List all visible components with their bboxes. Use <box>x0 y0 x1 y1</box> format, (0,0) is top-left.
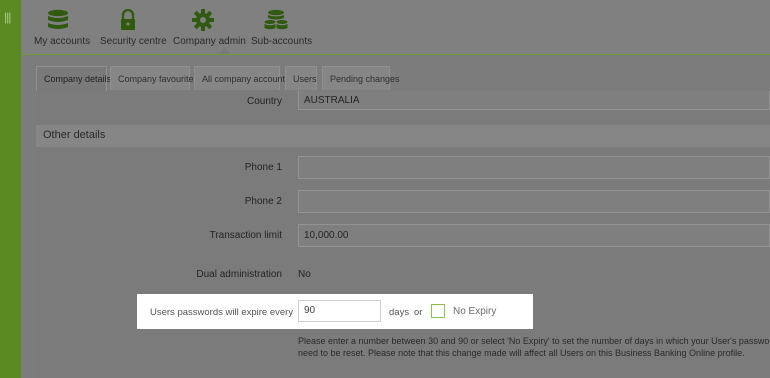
tab-pending-changes[interactable]: Pending changes <box>322 66 400 90</box>
nav-label: Security centre <box>100 36 167 47</box>
phone1-input[interactable] <box>298 156 770 179</box>
help-line-1: Please enter a number between 30 and 90 … <box>298 336 770 346</box>
country-label: Country <box>246 96 282 107</box>
password-expiry-label: Users passwords will expire every <box>150 307 294 318</box>
transaction-limit-label: Transaction limit <box>209 230 282 241</box>
nav-label: My accounts <box>34 36 91 47</box>
dual-admin-label: Dual administration <box>196 269 282 280</box>
nav-label: Sub-accounts <box>251 36 313 47</box>
nav-my-accounts[interactable]: My accounts <box>34 0 91 54</box>
days-label: days <box>389 307 410 318</box>
stacked-database-icon <box>264 9 288 30</box>
left-sidebar: ||| <box>0 0 21 378</box>
or-label: or <box>414 307 423 318</box>
dual-admin-value: No <box>298 269 311 280</box>
nav-sub-accounts[interactable]: Sub-accounts <box>251 0 313 54</box>
tab-company-details[interactable]: Company details <box>36 66 111 92</box>
database-icon <box>48 9 68 29</box>
nav-label: Company admin <box>173 36 246 47</box>
phone2-label: Phone 2 <box>244 196 282 207</box>
top-navigation: My accounts Security centre Company admi… <box>21 0 770 55</box>
active-nav-pointer <box>219 47 231 54</box>
no-expiry-label[interactable]: No Expiry <box>453 306 496 317</box>
nav-security-centre[interactable]: Security centre <box>100 0 167 54</box>
tab-company-favourites[interactable]: Company favourites <box>110 66 198 90</box>
section-header: Other details <box>36 125 770 147</box>
country-field: AUSTRALIA <box>298 91 770 110</box>
phone2-input[interactable] <box>298 190 770 213</box>
no-expiry-checkbox[interactable] <box>431 304 445 318</box>
section-title: Other details <box>43 129 106 141</box>
menu-handle-icon[interactable]: ||| <box>4 10 11 24</box>
lock-icon <box>121 9 135 30</box>
tab-users[interactable]: Users <box>285 66 317 90</box>
tab-all-company-accounts[interactable]: All company accounts <box>194 66 290 90</box>
nav-company-admin[interactable]: Company admin <box>173 0 246 54</box>
gear-icon <box>192 9 214 31</box>
phone1-label: Phone 1 <box>244 162 282 173</box>
password-expiry-days-input[interactable]: 90 <box>298 300 381 322</box>
password-expiry-help-text: Please enter a number between 30 and 90 … <box>298 335 770 359</box>
help-line-2: need to be reset. Please note that this … <box>298 348 745 358</box>
transaction-limit-input[interactable]: 10,000.00 <box>298 224 770 247</box>
password-expiry-row: Users passwords will expire every 90 day… <box>137 294 533 329</box>
